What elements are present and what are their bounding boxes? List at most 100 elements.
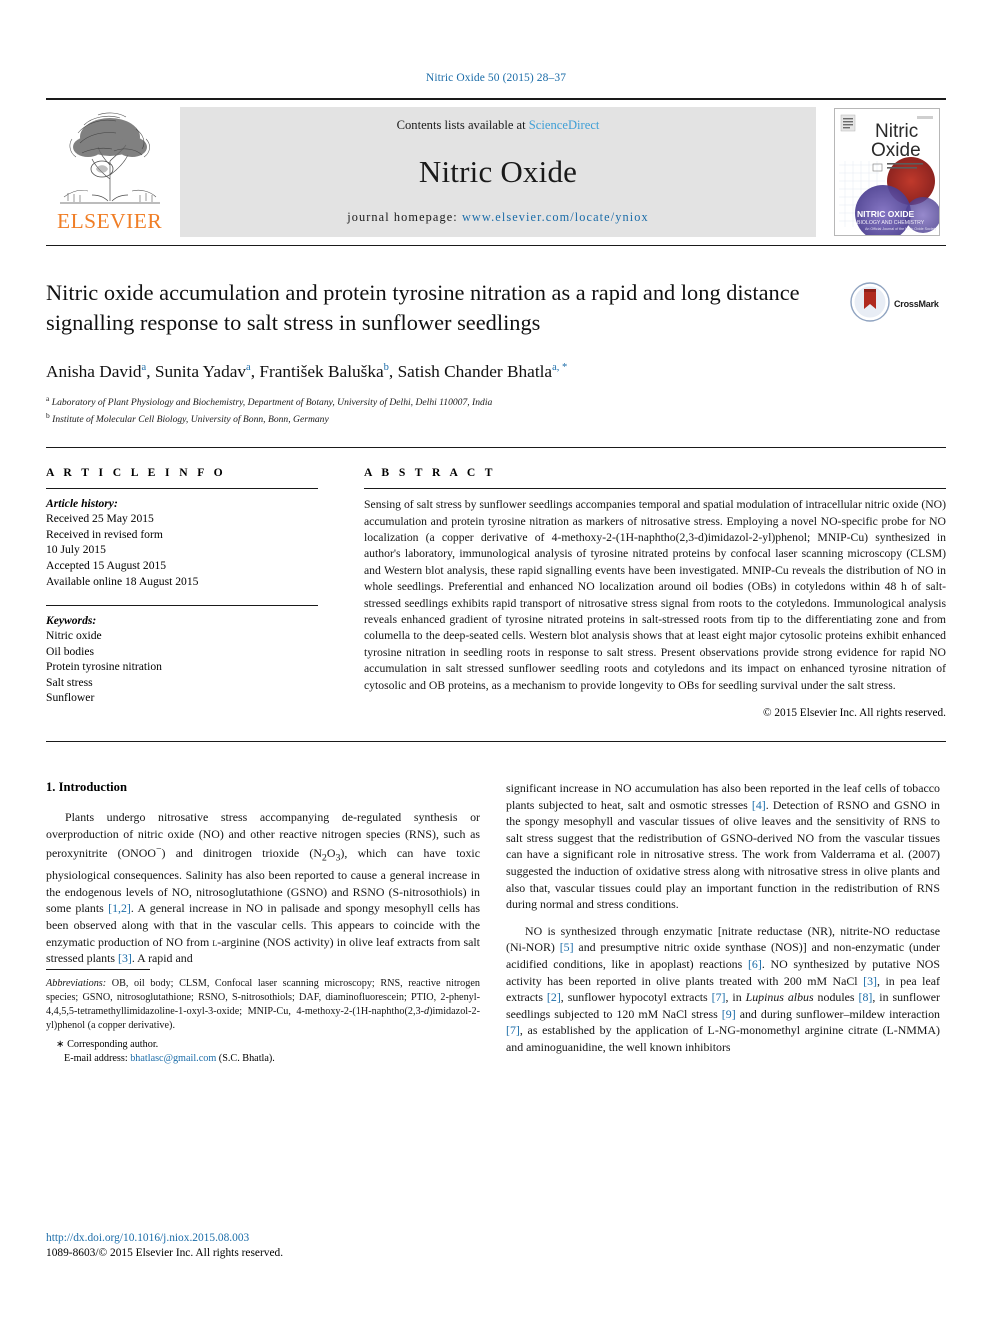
crossmark-icon (850, 281, 890, 327)
keyword-item: Oil bodies (46, 644, 94, 658)
citation-ref[interactable]: [9] (722, 1007, 736, 1021)
article-info-rule (46, 488, 318, 490)
text-run: ) and dinitrogen trioxide (N (161, 846, 322, 861)
paper-page: Nitric Oxide 50 (2015) 28–37 ELSEVIER Co… (0, 0, 992, 1323)
footnote-area: Abbreviations: OB, oil body; CLSM, Confo… (46, 968, 480, 1066)
email-note: E-mail address: bhatlasc@gmail.com (S.C.… (46, 1052, 480, 1066)
text-run: , in (725, 990, 746, 1005)
body-column-right: significant increase in NO accumulation … (506, 780, 940, 1066)
author-affil-mark: a, * (552, 362, 568, 373)
article-history-title: Article history: (46, 497, 118, 511)
svg-text:NITRIC OXIDE: NITRIC OXIDE (857, 209, 914, 219)
affiliation-mark: b (46, 411, 50, 421)
article-info-column: A R T I C L E I N F O Article history: R… (46, 466, 318, 719)
keywords-block: Keywords: Nitric oxide Oil bodies Protei… (46, 605, 318, 706)
keywords-rule (46, 605, 318, 607)
homepage-prefix: journal homepage: (347, 210, 462, 224)
citation-ref[interactable]: [1,2] (108, 901, 131, 915)
keyword-item: Salt stress (46, 675, 93, 689)
author-affil-mark: a (246, 362, 251, 373)
crossmark-badge[interactable]: CrossMark (850, 280, 946, 328)
title-block: Nitric oxide accumulation and protein ty… (46, 278, 946, 427)
citation-ref[interactable]: [7] (506, 1023, 520, 1037)
affiliation-mark: a (46, 393, 50, 403)
abstract-column: A B S T R A C T Sensing of salt stress b… (364, 466, 946, 719)
body-column-left: 1. Introduction Plants undergo nitrosati… (46, 780, 480, 1066)
elsevier-logo: ELSEVIER (46, 107, 174, 237)
species-name: Lupinus albus (745, 990, 814, 1005)
abbreviations-footnote: Abbreviations: OB, oil body; CLSM, Confo… (46, 977, 480, 1033)
affiliation-item: b Institute of Molecular Cell Biology, U… (46, 409, 836, 427)
citation-ref[interactable]: [3] (863, 974, 877, 988)
banner-bottom-rule (46, 245, 946, 246)
page-title: Nitric oxide accumulation and protein ty… (46, 280, 800, 335)
crossmark-label: CrossMark (894, 299, 939, 309)
keyword-item: Sunflower (46, 691, 95, 705)
intro-paragraph-right-2: NO is synthesized through enzymatic [nit… (506, 923, 940, 1056)
author-name: Sunita Yadav (154, 361, 247, 381)
svg-text:Oxide: Oxide (871, 140, 921, 161)
info-top-rule (46, 447, 946, 449)
citation-ref[interactable]: [2] (547, 990, 561, 1004)
keywords-title: Keywords: (46, 614, 97, 628)
author-name: Satish Chander Bhatla (397, 361, 553, 381)
text-run: and during sunflower–mildew interaction (735, 1006, 941, 1021)
journal-homepage-line: journal homepage: www.elsevier.com/locat… (347, 210, 649, 225)
journal-banner: ELSEVIER Contents lists available at Sci… (46, 107, 946, 237)
keyword-item: Protein tyrosine nitration (46, 660, 162, 674)
copyright-line: © 2015 Elsevier Inc. All rights reserved… (762, 707, 946, 720)
text-run: nodules (813, 990, 859, 1005)
section-heading-introduction: 1. Introduction (46, 780, 127, 795)
corresponding-author-note: ∗ Corresponding author. (56, 1038, 159, 1050)
history-item: Available online 18 August 2015 (46, 574, 199, 588)
article-info-heading: A R T I C L E I N F O (46, 466, 227, 480)
svg-text:An Official Journal of the Nit: An Official Journal of the Nitric Oxide … (865, 227, 937, 231)
text-run: (S.C. Bhatla). (216, 1052, 275, 1064)
intro-paragraph-left: Plants undergo nitrosative stress accomp… (46, 809, 480, 967)
author-affil-mark: b (383, 362, 389, 373)
text-run: . A rapid and (131, 951, 193, 966)
citation-ref[interactable]: [7] (712, 990, 726, 1004)
author-affil-mark: a (141, 362, 147, 373)
author-name: František Baluška (259, 361, 384, 381)
citation-ref[interactable]: [8] (859, 990, 873, 1004)
homepage-url-link[interactable]: www.elsevier.com/locate/yniox (462, 210, 649, 224)
text-run: OB, oil body; CLSM, Confocal laser scann… (46, 977, 480, 1017)
affiliation-text: Laboratory of Plant Physiology and Bioch… (51, 396, 493, 408)
affiliation-text: Institute of Molecular Cell Biology, Uni… (52, 414, 329, 426)
email-link[interactable]: bhatlasc@gmail.com (130, 1053, 216, 1064)
issn-copyright-line: 1089-8603/© 2015 Elsevier Inc. All right… (46, 1247, 284, 1259)
running-head: Nitric Oxide 50 (2015) 28–37 (425, 72, 567, 84)
abstract-rule (364, 488, 946, 490)
text-run: , sunflower hypocotyl extracts (560, 990, 712, 1005)
citation-ref[interactable]: [5] (560, 940, 574, 954)
contents-available-line: Contents lists available at ScienceDirec… (397, 118, 600, 133)
citation-ref[interactable]: [6] (748, 957, 762, 971)
body-columns: 1. Introduction Plants undergo nitrosati… (46, 780, 946, 1066)
doi-link[interactable]: http://dx.doi.org/10.1016/j.niox.2015.08… (46, 1231, 480, 1246)
journal-title: Nitric Oxide (418, 153, 578, 189)
journal-cover-wrap: Nitric Oxide NITRIC OXIDE BIOLOGY AND CH… (828, 107, 946, 237)
intro-paragraph-right-1: significant increase in NO accumulation … (506, 780, 940, 913)
history-item: 10 July 2015 (46, 543, 106, 557)
elsevier-tree-icon (58, 109, 162, 207)
svg-text:Nitric: Nitric (875, 121, 918, 142)
elsevier-wordmark: ELSEVIER (57, 209, 163, 233)
abstract-heading: A B S T R A C T (364, 466, 496, 480)
abbreviations-label: Abbreviations: (46, 977, 107, 989)
email-label: E-mail address: (64, 1052, 128, 1064)
info-abstract-row: A R T I C L E I N F O Article history: R… (46, 466, 946, 719)
sciencedirect-link[interactable]: ScienceDirect (529, 118, 600, 132)
history-item: Received in revised form (46, 527, 163, 541)
citation-ref[interactable]: [4] (752, 798, 766, 812)
footnote-rule (46, 968, 150, 970)
banner-top-rule (46, 98, 946, 100)
abstract-text: Sensing of salt stress by sunflower seed… (364, 498, 946, 692)
contents-prefix: Contents lists available at (396, 118, 529, 132)
banner-center: Contents lists available at ScienceDirec… (180, 107, 816, 237)
info-bottom-rule (46, 741, 946, 743)
citation-ref[interactable]: [3] (118, 951, 132, 965)
text-run: . Detection of RSNO and GSNO in the spon… (506, 797, 940, 912)
page-footer: http://dx.doi.org/10.1016/j.niox.2015.08… (46, 1231, 480, 1261)
author-name: Anisha David (46, 361, 142, 381)
